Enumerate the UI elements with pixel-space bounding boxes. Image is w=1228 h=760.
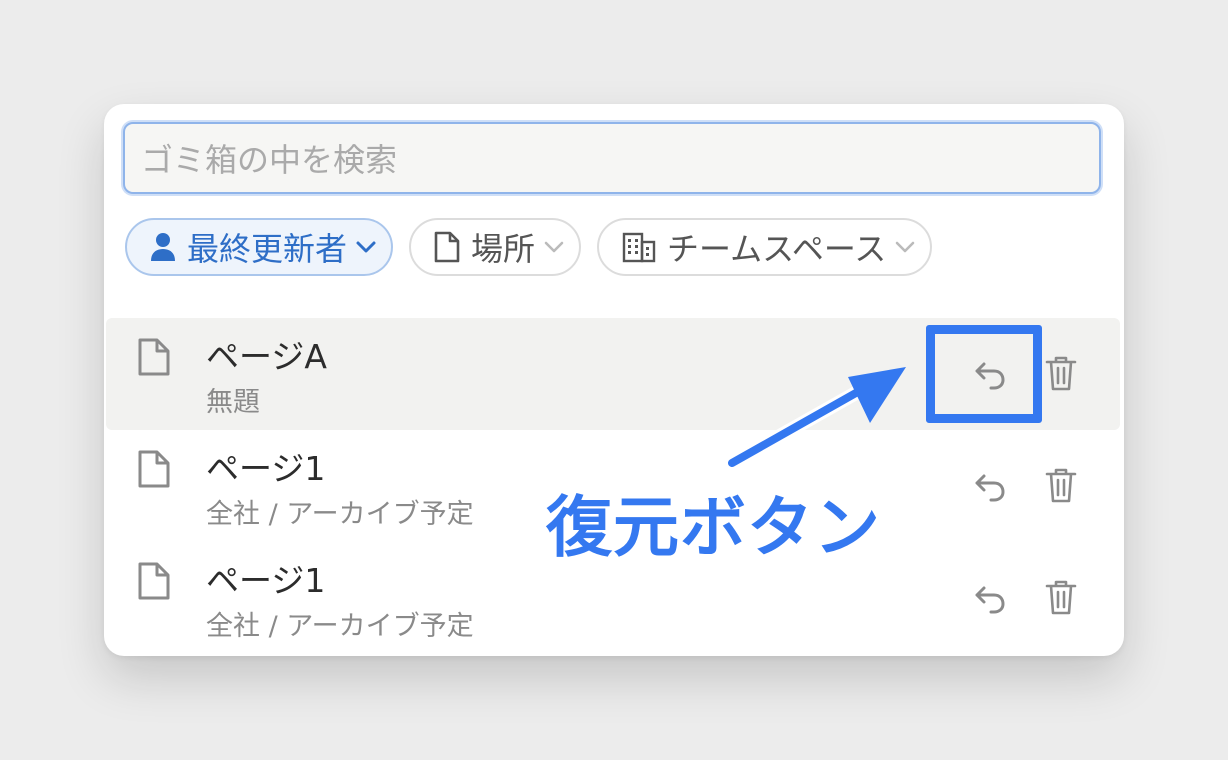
- page-title: ページ1: [206, 561, 326, 600]
- filter-location[interactable]: 場所: [409, 218, 582, 276]
- page-title: ページA: [206, 337, 327, 376]
- trash-icon[interactable]: [1044, 466, 1078, 504]
- page-icon: [136, 560, 172, 606]
- trash-icon[interactable]: [1044, 578, 1078, 616]
- trash-icon[interactable]: [1044, 354, 1078, 392]
- page-location: 全社 / アーカイブ予定: [206, 499, 474, 530]
- person-icon: [149, 232, 177, 262]
- filter-bar: 最終更新者 場所 チームスペース: [125, 218, 933, 278]
- search-input[interactable]: ゴミ箱の中を検索: [123, 122, 1101, 194]
- search-placeholder: ゴミ箱の中を検索: [141, 141, 398, 179]
- page-icon: [136, 448, 172, 494]
- page-icon: [136, 336, 172, 382]
- restore-icon[interactable]: [972, 468, 1008, 504]
- restore-highlight-box: [926, 325, 1042, 423]
- restore-button-callout: 復元ボタン: [546, 489, 881, 566]
- chevron-down-icon: [543, 240, 565, 254]
- restore-icon[interactable]: [972, 580, 1008, 616]
- filter-location-label: 場所: [471, 230, 536, 268]
- filter-teamspace-label: チームスペース: [667, 230, 887, 268]
- filter-last-editor-label: 最終更新者: [187, 230, 348, 268]
- document-icon: [433, 230, 461, 264]
- filter-teamspace[interactable]: チームスペース: [597, 218, 933, 276]
- stage: ゴミ箱の中を検索 最終更新者 場所 チームスペース ページA 無題 ページ1 全…: [0, 0, 1228, 760]
- page-title: ページ1: [206, 449, 326, 488]
- page-location: 無題: [206, 387, 260, 418]
- callout-arrow-icon: [725, 367, 906, 470]
- building-icon: [621, 231, 657, 263]
- filter-last-editor[interactable]: 最終更新者: [125, 218, 394, 276]
- page-location: 全社 / アーカイブ予定: [206, 611, 474, 642]
- chevron-down-icon: [355, 240, 377, 254]
- chevron-down-icon: [894, 240, 916, 254]
